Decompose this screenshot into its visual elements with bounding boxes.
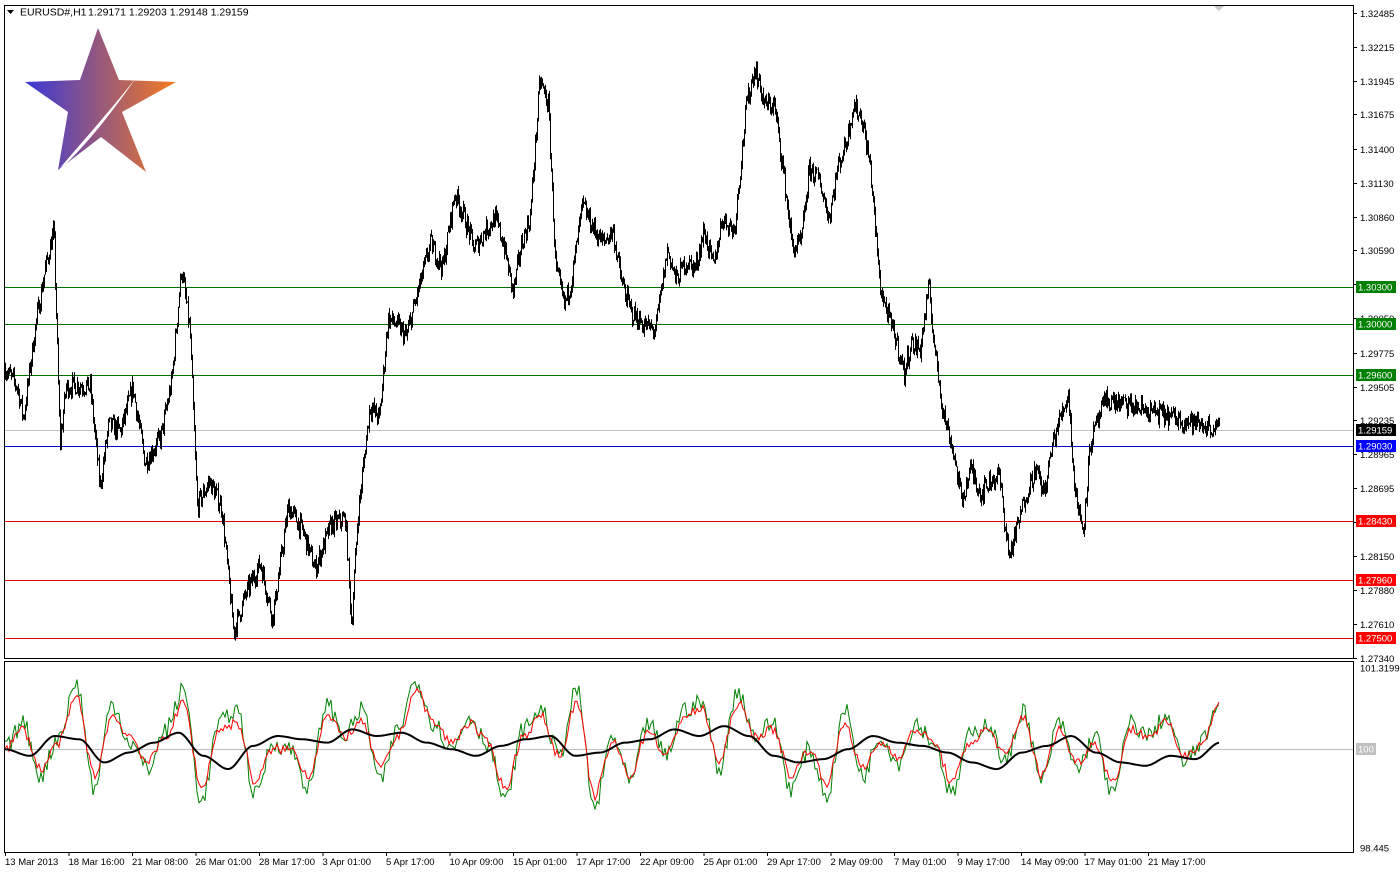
price-tick-label: 1.30590: [1360, 246, 1394, 257]
ohlc-values: 1.29171 1.29203 1.29148 1.29159: [88, 7, 249, 19]
level-badge-support: 1.27960: [1358, 576, 1392, 587]
time-tick-label: 21 May 17:00: [1148, 857, 1206, 868]
price-tick-label: 1.29505: [1360, 383, 1394, 394]
level-badge-support: 1.27500: [1358, 634, 1392, 645]
price-tick-label: 1.31130: [1360, 179, 1394, 190]
time-tick-label: 18 Mar 16:00: [69, 857, 125, 868]
price-tick-label: 1.31675: [1360, 110, 1394, 121]
time-tick-label: 5 Apr 17:00: [386, 857, 435, 868]
time-tick-label: 17 Apr 17:00: [577, 857, 631, 868]
level-badge-resistance: 1.30300: [1358, 283, 1392, 294]
time-tick-label: 21 Mar 08:00: [132, 857, 188, 868]
oscillator-tick-label: 98.445: [1360, 844, 1389, 855]
price-tick-label: 1.28150: [1360, 552, 1394, 563]
time-tick-label: 9 May 17:00: [958, 857, 1010, 868]
time-tick-label: 10 Apr 09:00: [450, 857, 504, 868]
level-badge-pivot: 1.29030: [1358, 442, 1392, 453]
price-tick-label: 1.27880: [1360, 586, 1394, 597]
price-tick-label: 1.30860: [1360, 213, 1394, 224]
price-tick-label: 1.27610: [1360, 620, 1394, 631]
time-tick-label: 26 Mar 01:00: [196, 857, 252, 868]
price-tick-label: 1.32485: [1360, 9, 1394, 20]
level-badge-resistance: 1.29600: [1358, 371, 1392, 382]
current-price-badge: 1.29159: [1358, 426, 1392, 437]
price-tick-label: 1.31945: [1360, 77, 1394, 88]
time-tick-label: 14 May 09:00: [1021, 857, 1079, 868]
time-tick-label: 13 Mar 2013: [5, 857, 58, 868]
time-tick-label: 2 May 09:00: [831, 857, 883, 868]
price-tick-label: 1.32215: [1360, 43, 1394, 54]
time-tick-label: 15 Apr 01:00: [513, 857, 567, 868]
time-tick-label: 22 Apr 09:00: [640, 857, 694, 868]
level-badge-resistance: 1.30000: [1358, 320, 1392, 331]
time-tick-label: 29 Apr 17:00: [767, 857, 821, 868]
time-tick-label: 25 Apr 01:00: [704, 857, 758, 868]
time-tick-label: 28 Mar 17:00: [259, 857, 315, 868]
trading-chart[interactable]: EURUSD#,H1 1.29171 1.29203 1.29148 1.291…: [0, 0, 1400, 872]
time-tick-label: 7 May 01:00: [894, 857, 946, 868]
symbol-label: EURUSD#,H1: [20, 7, 87, 19]
level-badge-support: 1.28430: [1358, 517, 1392, 528]
oscillator-level-badge: 100: [1358, 745, 1374, 756]
time-tick-label: 3 Apr 01:00: [323, 857, 372, 868]
price-tick-label: 1.31400: [1360, 145, 1394, 156]
price-tick-label: 1.29775: [1360, 349, 1394, 360]
oscillator-tick-label: 101.3199: [1360, 664, 1400, 675]
price-tick-label: 1.28695: [1360, 484, 1394, 495]
time-tick-label: 17 May 01:00: [1085, 857, 1143, 868]
